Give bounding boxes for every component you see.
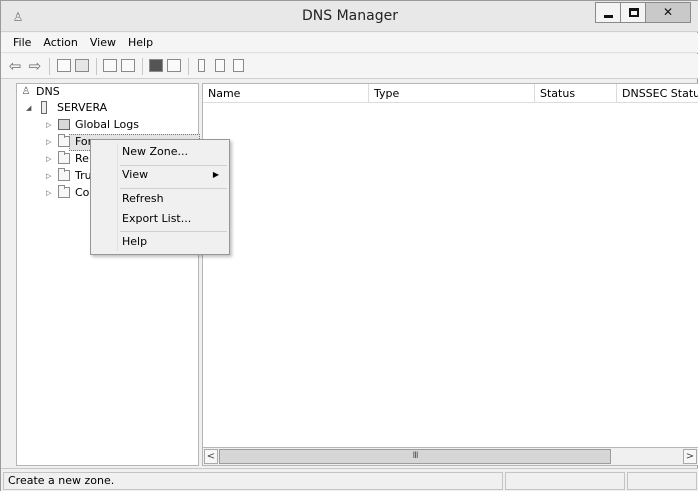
logs-icon bbox=[58, 119, 70, 130]
tree-item-server[interactable]: ◢ SERVERA bbox=[17, 100, 198, 116]
menu-item-refresh[interactable]: Refresh bbox=[93, 189, 227, 209]
menu-item-new-zone[interactable]: New Zone... bbox=[93, 142, 227, 162]
menu-view[interactable]: View bbox=[84, 33, 122, 52]
menu-file[interactable]: File bbox=[7, 33, 37, 52]
folder-icon bbox=[58, 168, 70, 181]
expand-icon[interactable]: ▷ bbox=[46, 185, 54, 201]
column-header-type[interactable]: Type bbox=[369, 84, 535, 103]
menu-help[interactable]: Help bbox=[122, 33, 159, 52]
results-list[interactable]: Name Type Status DNSSEC Status bbox=[202, 83, 698, 466]
status-text: Create a new zone. bbox=[3, 472, 503, 490]
maximize-button[interactable] bbox=[620, 2, 646, 23]
tree-item-label: SERVERA bbox=[57, 101, 108, 114]
tree-item-label: Global Logs bbox=[75, 118, 139, 131]
tree-item-global-logs[interactable]: ▷ Global Logs bbox=[17, 117, 198, 133]
record-icon[interactable] bbox=[233, 59, 244, 72]
toolbar: ⇦ ⇨ bbox=[1, 54, 698, 79]
server-icon bbox=[41, 101, 47, 114]
up-folder-icon[interactable] bbox=[57, 59, 71, 72]
toolbar-separator bbox=[49, 58, 50, 75]
collapse-icon[interactable]: ◢ bbox=[26, 100, 34, 116]
toolbar-separator bbox=[142, 58, 143, 75]
toolbar-separator bbox=[188, 58, 189, 75]
menu-item-view[interactable]: View ▶ bbox=[93, 165, 227, 185]
context-menu: New Zone... View ▶ Refresh Export List..… bbox=[90, 139, 230, 255]
status-panel bbox=[505, 472, 625, 490]
window-title: DNS Manager bbox=[302, 8, 398, 24]
help-icon[interactable] bbox=[149, 59, 163, 72]
column-header-dnssec-status[interactable]: DNSSEC Status bbox=[617, 84, 698, 103]
window-controls: ✕ bbox=[595, 2, 691, 23]
minimize-button[interactable] bbox=[595, 2, 621, 23]
tree-item-label: Re bbox=[75, 152, 89, 165]
back-icon[interactable]: ⇦ bbox=[6, 57, 24, 75]
menu-item-label: View bbox=[122, 168, 149, 181]
horizontal-scrollbar[interactable]: < III > bbox=[202, 447, 698, 466]
folder-icon bbox=[58, 185, 70, 198]
menu-item-help[interactable]: Help bbox=[93, 232, 227, 252]
close-button[interactable]: ✕ bbox=[645, 2, 691, 23]
scroll-thumb[interactable]: III bbox=[219, 449, 611, 464]
maximize-icon bbox=[629, 8, 639, 17]
column-header-name[interactable]: Name bbox=[203, 84, 369, 103]
expand-icon[interactable]: ▷ bbox=[46, 117, 54, 133]
menu-action[interactable]: Action bbox=[37, 33, 83, 52]
server-icon[interactable] bbox=[198, 59, 205, 72]
toolbar-separator bbox=[96, 58, 97, 75]
expand-icon[interactable]: ▷ bbox=[46, 168, 54, 184]
minimize-icon bbox=[604, 15, 613, 18]
scroll-left-arrow[interactable]: < bbox=[204, 449, 218, 464]
dns-manager-window: ♙ DNS Manager ✕ File Action View Help ⇦ … bbox=[0, 0, 698, 491]
status-panel bbox=[627, 472, 697, 490]
tree-item-label: DNS bbox=[36, 85, 60, 98]
properties-icon[interactable] bbox=[103, 59, 117, 72]
tree-item-label: Co bbox=[75, 186, 90, 199]
export-list-icon[interactable] bbox=[121, 59, 135, 72]
expand-icon[interactable]: ▷ bbox=[46, 134, 54, 150]
title-bar[interactable]: ♙ DNS Manager ✕ bbox=[1, 1, 698, 32]
folder-icon bbox=[58, 151, 70, 164]
close-icon: ✕ bbox=[662, 5, 674, 19]
show-hide-console-tree-icon[interactable] bbox=[75, 59, 89, 72]
menu-bar: File Action View Help bbox=[1, 33, 698, 53]
forward-icon[interactable]: ⇨ bbox=[26, 57, 44, 75]
submenu-arrow-icon: ▶ bbox=[212, 170, 219, 179]
expand-icon[interactable]: ▷ bbox=[46, 151, 54, 167]
column-header-status[interactable]: Status bbox=[535, 84, 617, 103]
zone-icon[interactable] bbox=[215, 59, 225, 72]
dns-icon: ♙ bbox=[21, 86, 31, 97]
scroll-grip-icon: III bbox=[412, 451, 419, 461]
scroll-right-arrow[interactable]: > bbox=[683, 449, 697, 464]
menu-item-export-list[interactable]: Export List... bbox=[93, 209, 227, 229]
tree-item-dns[interactable]: ♙ DNS bbox=[17, 84, 198, 100]
show-action-pane-icon[interactable] bbox=[167, 59, 181, 72]
status-bar: Create a new zone. bbox=[1, 468, 698, 491]
folder-icon bbox=[58, 134, 70, 147]
